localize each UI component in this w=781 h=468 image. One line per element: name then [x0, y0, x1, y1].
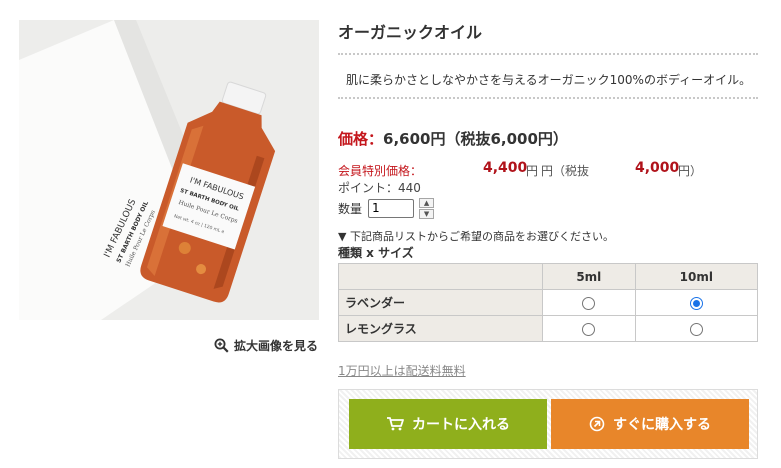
- variant-table: 5ml 10ml ラベンダー レモングラス: [338, 263, 759, 342]
- zoom-image-label: 拡大画像を見る: [234, 339, 319, 353]
- table-header-row: 5ml 10ml: [338, 263, 759, 290]
- increment-icon[interactable]: ▲: [419, 197, 435, 208]
- radio-lemongrass-5ml[interactable]: [582, 322, 596, 336]
- circle-arrow-icon: [589, 416, 605, 432]
- points-text: ポイント：440: [338, 181, 421, 195]
- member-tax-label: 円（税抜: [541, 164, 590, 178]
- decrement-icon[interactable]: ▼: [419, 208, 435, 219]
- product-description: 肌に柔らかさとしなやかさを与えるオーガニック100%のボディーオイル。: [346, 73, 752, 87]
- table-row: ラベンダー: [338, 289, 759, 316]
- member-tax-value: 4,000: [635, 160, 680, 176]
- magnifier-plus-icon: [214, 338, 229, 353]
- member-price-unit: 円: [526, 164, 539, 178]
- radio-lemongrass-10ml[interactable]: [689, 322, 703, 336]
- buy-now-label: すぐに購入する: [613, 417, 711, 433]
- member-price-label: 会員特別価格：: [338, 164, 423, 178]
- table-row: レモングラス: [338, 315, 759, 342]
- price-row: 価格：6,600円（税抜6,000円）: [338, 128, 568, 149]
- zoom-image-link[interactable]: 拡大画像を見る: [214, 337, 318, 354]
- variant-option-cell: [542, 315, 636, 342]
- add-to-cart-button[interactable]: カートに入れる: [349, 399, 547, 449]
- radio-lavender-10ml[interactable]: [689, 296, 703, 310]
- member-tax-close: 円）: [678, 164, 703, 178]
- divider: [338, 97, 758, 99]
- quantity-stepper: ▲ ▼: [419, 197, 435, 219]
- quantity-label: 数量: [338, 201, 363, 216]
- product-photo-illustration: I'M FABULOUS ST BARTH BODY OIL Huile Pou…: [19, 20, 276, 320]
- member-price-value: 4,400: [483, 160, 528, 176]
- free-shipping-link[interactable]: 1万円以上は配送料無料: [338, 362, 466, 379]
- shopping-cart-icon: [387, 417, 404, 431]
- buy-now-button[interactable]: すぐに購入する: [551, 399, 749, 449]
- quantity-row: 数量 ▲ ▼: [338, 197, 435, 219]
- variant-notice: ▼ 下記商品リストからご希望の商品をお選びください。: [338, 230, 614, 243]
- member-price-row: 会員特別価格： 4,400 円 円（税抜 4,000 円）: [338, 160, 758, 179]
- divider: [338, 53, 758, 55]
- price-label: 価格：: [338, 130, 384, 148]
- add-to-cart-label: カートに入れる: [412, 417, 510, 433]
- radio-lavender-5ml[interactable]: [582, 296, 596, 310]
- variant-option-cell: [634, 315, 759, 342]
- quantity-input[interactable]: [368, 198, 415, 218]
- row-label: ラベンダー: [338, 289, 543, 316]
- product-title: オーガニックオイル: [338, 23, 483, 42]
- variant-heading: 種類 x サイズ: [338, 246, 414, 260]
- variant-option-cell: [634, 289, 759, 316]
- variant-option-cell: [542, 289, 636, 316]
- price-value: 6,600円（税抜6,000円）: [383, 130, 568, 148]
- purchase-button-box: カートに入れる すぐに購入する: [338, 389, 758, 459]
- product-image[interactable]: I'M FABULOUS ST BARTH BODY OIL Huile Pou…: [19, 20, 319, 320]
- column-header: 10ml: [634, 263, 759, 290]
- column-header: 5ml: [542, 263, 636, 290]
- table-corner-cell: [338, 263, 543, 290]
- row-label: レモングラス: [338, 315, 543, 342]
